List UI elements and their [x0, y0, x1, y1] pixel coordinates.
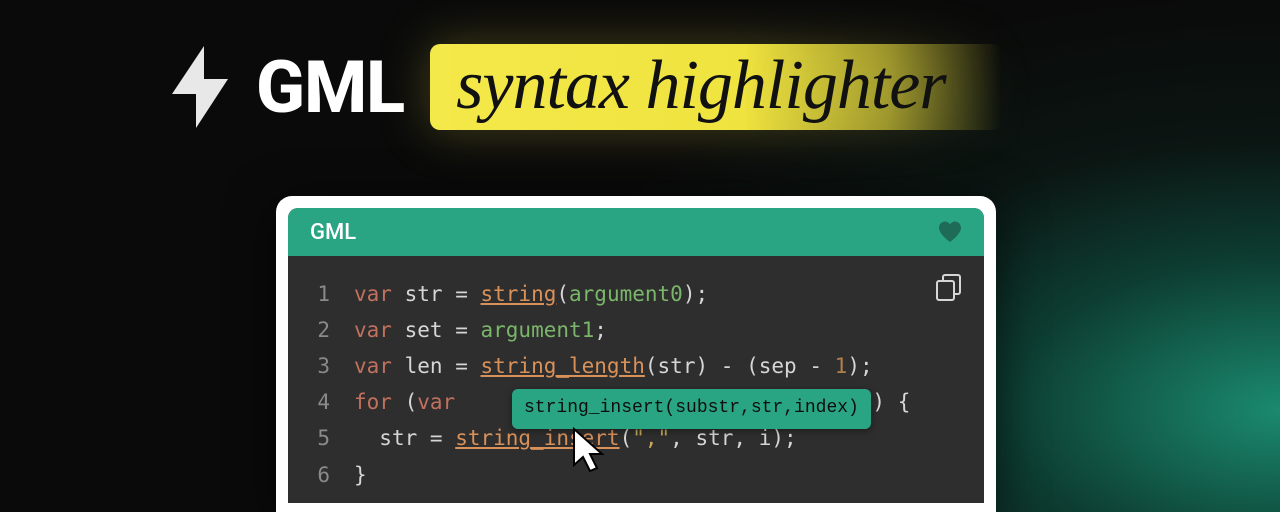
code-line: 2 var set = argument1; — [310, 312, 962, 348]
line-number: 4 — [310, 384, 354, 420]
line-number: 5 — [310, 420, 354, 456]
line-number: 1 — [310, 276, 354, 312]
code-line: 1 var str = string(argument0); — [310, 276, 962, 312]
title-highlight-text: syntax highlighter — [456, 47, 945, 124]
title-highlight: syntax highlighter — [430, 44, 1001, 130]
code-line: 3 var len = string_length(str) - (sep - … — [310, 348, 962, 384]
line-number: 3 — [310, 348, 354, 384]
code-text: var len = string_length(str) - (sep - 1)… — [354, 348, 873, 384]
code-line: 6 } — [310, 457, 962, 493]
code-text: } — [354, 457, 367, 493]
code-text: var str = string(argument0); — [354, 276, 708, 312]
line-number: 2 — [310, 312, 354, 348]
page-title-row: GML syntax highlighter — [170, 44, 1002, 130]
code-text: var set = argument1; — [354, 312, 607, 348]
panel-title: GML — [310, 220, 356, 245]
code-area[interactable]: 1 var str = string(argument0); 2 var set… — [288, 256, 984, 503]
copy-icon[interactable] — [936, 274, 962, 302]
line-number: 6 — [310, 457, 354, 493]
code-panel: GML 1 var str = string(argument0); — [288, 208, 984, 503]
bolt-icon — [170, 46, 230, 128]
panel-header: GML — [288, 208, 984, 256]
brand-text: GML — [256, 45, 404, 130]
heart-icon[interactable] — [938, 221, 962, 243]
signature-tooltip: string_insert(substr,str,index) — [512, 389, 871, 429]
code-frame: GML 1 var str = string(argument0); — [276, 196, 996, 512]
